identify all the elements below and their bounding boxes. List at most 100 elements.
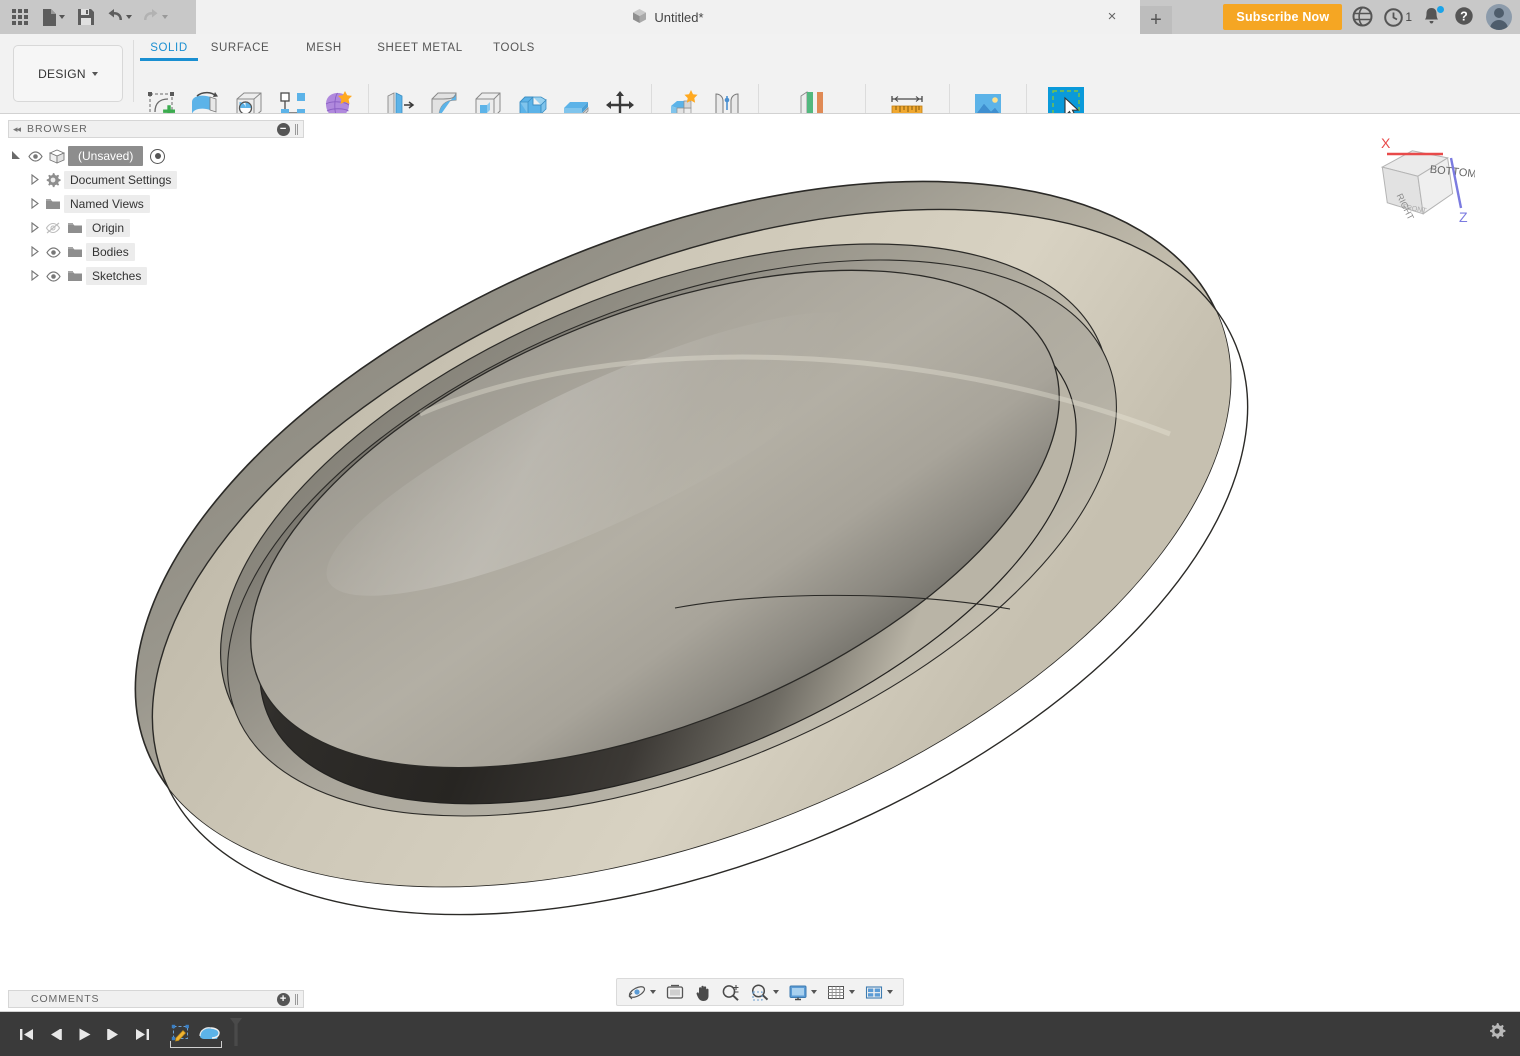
tree-node-label[interactable]: Named Views — [64, 195, 150, 213]
expand-triangle-icon[interactable] — [26, 198, 42, 211]
job-status-icon[interactable]: 1 — [1384, 6, 1412, 28]
chevron-down-icon — [811, 990, 817, 994]
chevron-down-icon — [92, 72, 98, 76]
timeline-bar — [0, 1012, 1520, 1056]
collapse-icon[interactable]: ◂◂ — [13, 124, 20, 135]
folder-icon — [64, 245, 86, 259]
new-file-button[interactable] — [36, 3, 70, 31]
tree-node-named-views[interactable]: Named Views — [26, 192, 304, 216]
tab-sheet-metal[interactable]: SHEET METAL — [366, 36, 474, 59]
timeline-group-bracket — [170, 1041, 222, 1048]
viewport-layout-icon[interactable] — [861, 981, 896, 1004]
workspace-switcher[interactable]: DESIGN — [13, 45, 123, 102]
tab-tools[interactable]: TOOLS — [474, 36, 554, 59]
comments-header: COMMENTS + — [8, 990, 304, 1008]
expand-triangle-icon[interactable] — [26, 222, 42, 235]
chevron-down-icon — [849, 990, 855, 994]
chevron-down-icon — [773, 990, 779, 994]
step-back-icon[interactable] — [43, 1022, 67, 1046]
bell-icon[interactable] — [1422, 6, 1444, 28]
add-comment-button[interactable]: + — [277, 993, 290, 1006]
tree-node-bodies[interactable]: Bodies — [26, 240, 304, 264]
tab-mesh[interactable]: MESH — [282, 36, 366, 59]
tree-node-sketches[interactable]: Sketches — [26, 264, 304, 288]
browser-panel: ◂◂ BROWSER − (Unsaved) — [8, 120, 304, 288]
title-bar: Untitled* × + Subscribe Now 1 ? — [0, 0, 1520, 34]
notification-badge — [1437, 6, 1444, 13]
tree-node-label[interactable]: Origin — [86, 219, 130, 237]
zoom-magnifier-icon[interactable] — [718, 981, 744, 1004]
tab-solid[interactable]: SOLID — [140, 36, 198, 59]
browser-collapse-all-button[interactable]: − — [277, 123, 290, 136]
tree-node-origin[interactable]: Origin — [26, 216, 304, 240]
display-monitor-icon[interactable] — [785, 981, 820, 1004]
tree-node-label[interactable]: Sketches — [86, 267, 147, 285]
tree-node-label[interactable]: Bodies — [86, 243, 135, 261]
undo-button[interactable] — [102, 3, 136, 31]
help-icon[interactable]: ? — [1454, 6, 1476, 28]
expand-triangle-icon[interactable] — [8, 150, 24, 163]
fusion-app-window: Untitled* × + Subscribe Now 1 ? — [0, 0, 1520, 1056]
visibility-eye-icon[interactable] — [42, 271, 64, 282]
orbit-icon[interactable] — [624, 981, 659, 1003]
expand-triangle-icon[interactable] — [26, 246, 42, 259]
timeline-settings-gear-icon[interactable] — [1488, 1022, 1506, 1045]
axis-z-label: Z — [1459, 209, 1468, 225]
tree-node-document-settings[interactable]: Document Settings — [26, 168, 304, 192]
quick-access-toolbar — [0, 0, 172, 34]
globe-icon[interactable] — [1352, 6, 1374, 28]
tab-surface[interactable]: SURFACE — [198, 36, 282, 59]
timeline-marker-icon[interactable] — [228, 1017, 244, 1052]
navigation-bar — [616, 978, 904, 1006]
ribbon: DESIGN SOLID SURFACE MESH SHEET METAL TO… — [0, 34, 1520, 114]
grid-icon[interactable] — [823, 981, 858, 1004]
visibility-hidden-eye-icon[interactable] — [42, 222, 64, 234]
pan-hand-icon[interactable] — [691, 981, 715, 1004]
skip-end-icon[interactable] — [130, 1022, 154, 1046]
close-icon[interactable]: × — [1104, 9, 1120, 25]
gear-icon — [42, 172, 64, 188]
chevron-down-icon — [887, 990, 893, 994]
component-cube-icon — [46, 149, 68, 164]
axis-x-label: X — [1381, 135, 1391, 151]
activate-component-icon[interactable] — [150, 149, 165, 164]
step-forward-icon[interactable] — [101, 1022, 125, 1046]
skip-start-icon[interactable] — [14, 1022, 38, 1046]
document-tab-label: Untitled* — [654, 10, 703, 25]
panel-resize-grip[interactable] — [295, 994, 299, 1005]
document-tab-strip: Untitled* × + — [196, 0, 1172, 34]
document-tab[interactable]: Untitled* × — [196, 0, 1140, 34]
save-button[interactable] — [72, 3, 100, 31]
zoom-fit-icon[interactable] — [747, 981, 782, 1004]
look-at-icon[interactable] — [662, 981, 688, 1003]
browser-title: BROWSER — [27, 123, 88, 135]
browser-header: ◂◂ BROWSER − — [8, 120, 304, 138]
comments-panel: COMMENTS + — [8, 990, 304, 1008]
redo-button[interactable] — [138, 3, 172, 31]
view-cube[interactable]: BOTTOM RIGHT FRONT X Z — [1365, 132, 1475, 232]
new-tab-button[interactable]: + — [1140, 6, 1172, 34]
job-count-label: 1 — [1405, 10, 1412, 24]
folder-icon — [42, 197, 64, 211]
expand-triangle-icon[interactable] — [26, 174, 42, 187]
browser-tree: (Unsaved) Document Settings N — [8, 138, 304, 288]
ribbon-tab-bar: SOLID SURFACE MESH SHEET METAL TOOLS — [140, 36, 554, 59]
visibility-eye-icon[interactable] — [42, 247, 64, 258]
expand-triangle-icon[interactable] — [26, 270, 42, 283]
tree-node-unsaved[interactable]: (Unsaved) — [8, 144, 304, 168]
folder-icon — [64, 221, 86, 235]
timeline-track[interactable] — [168, 1019, 244, 1049]
panel-resize-grip[interactable] — [295, 124, 299, 135]
play-icon[interactable] — [72, 1022, 96, 1046]
workspace-label: DESIGN — [38, 67, 86, 81]
ribbon-divider — [133, 40, 134, 102]
folder-icon — [64, 269, 86, 283]
tree-node-label[interactable]: Document Settings — [64, 171, 177, 189]
visibility-eye-icon[interactable] — [24, 151, 46, 162]
tree-node-label[interactable]: (Unsaved) — [68, 146, 143, 166]
avatar[interactable] — [1486, 4, 1512, 30]
subscribe-button[interactable]: Subscribe Now — [1223, 4, 1342, 30]
chevron-down-icon — [650, 990, 656, 994]
app-grid-icon[interactable] — [6, 3, 34, 31]
document-cube-icon — [632, 8, 647, 27]
